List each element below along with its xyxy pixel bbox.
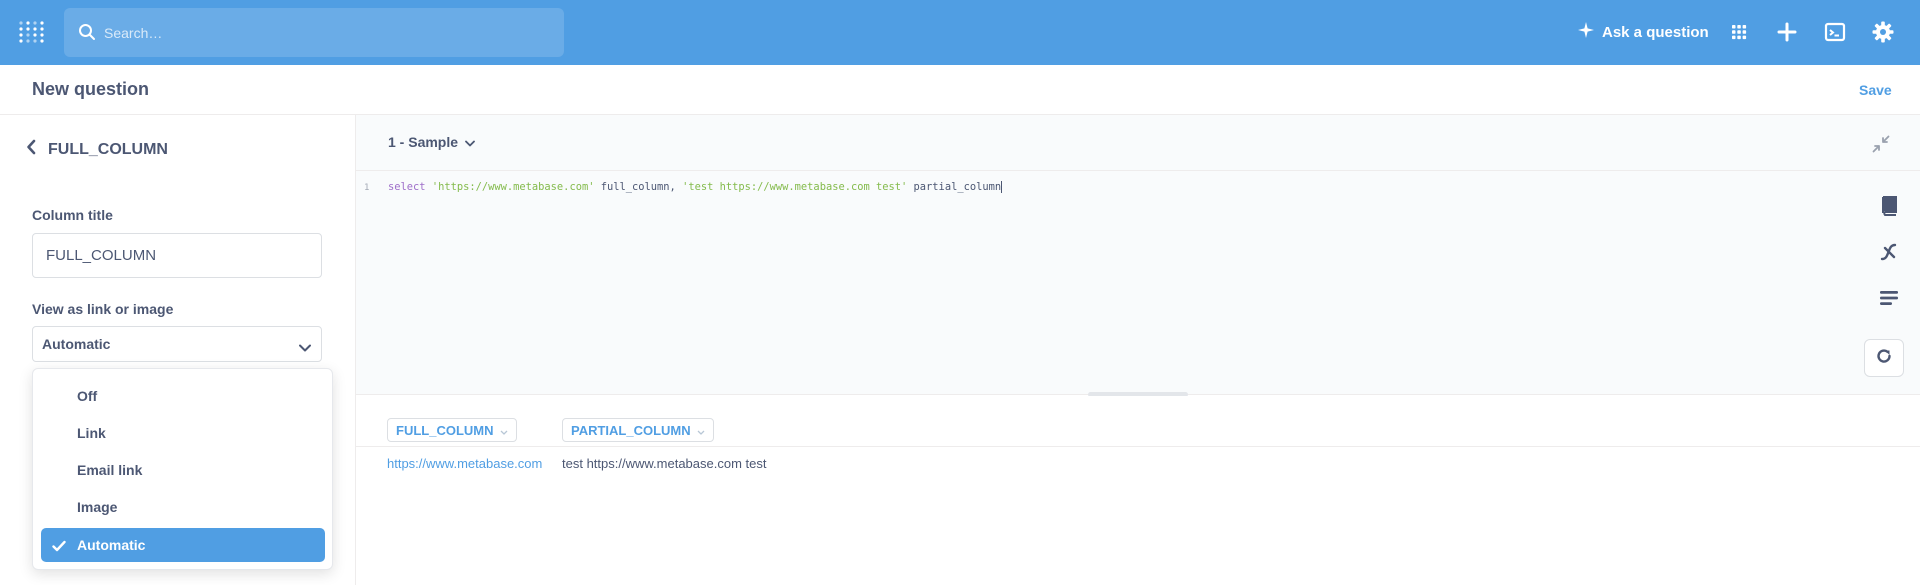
ask-question-label: Ask a question (1602, 23, 1709, 41)
option-label: Automatic (77, 537, 146, 553)
chevron-down-icon (500, 423, 508, 438)
column-name-title: FULL_COLUMN (48, 140, 168, 158)
collapse-icon[interactable] (1872, 135, 1890, 158)
line-number: 1 (364, 183, 370, 193)
variable-icon[interactable] (1876, 239, 1902, 265)
sql-string: 'https://www.metabase.com' (431, 181, 595, 193)
column-header-label: PARTIAL_COLUMN (571, 422, 691, 438)
search-input[interactable] (104, 8, 544, 57)
header-divider (356, 446, 1920, 447)
book-icon[interactable] (1876, 193, 1902, 219)
check-icon (52, 539, 66, 557)
editor-divider (356, 170, 1920, 171)
sql-code[interactable]: select 'https://www.metabase.com' full_c… (388, 181, 1003, 193)
database-name: 1 - Sample (388, 134, 459, 150)
chevron-down-icon (697, 423, 705, 438)
save-button[interactable]: Save (1859, 82, 1892, 98)
search-icon (78, 23, 96, 46)
chevron-down-icon (299, 339, 311, 357)
view-as-select[interactable]: Automatic (32, 326, 322, 362)
terminal-icon[interactable] (1823, 20, 1847, 44)
table-cell-link[interactable]: https://www.metabase.com (387, 456, 542, 471)
sql-keyword: select (388, 181, 426, 193)
page-title: New question (32, 79, 150, 99)
question-header: New question Save (0, 65, 1920, 115)
view-as-dropdown: Off Link Email link Image Automatic (32, 368, 333, 570)
view-as-label: View as link or image (32, 301, 174, 317)
text-cursor (1001, 181, 1003, 193)
column-title-input[interactable] (32, 233, 322, 278)
sql-string: 'test https://www.metabase.com test' (682, 181, 908, 193)
native-query-editor: 1 - Sample 1 select 'https://www.metabas… (356, 115, 1920, 397)
sql-plain: full_column, (594, 181, 683, 193)
column-header-partial[interactable]: PARTIAL_COLUMN (562, 418, 714, 442)
grid-icon[interactable] (1727, 20, 1751, 44)
snippet-icon[interactable] (1876, 285, 1902, 311)
option-label: Link (77, 425, 106, 441)
option-label: Off (77, 388, 98, 404)
option-label: Email link (77, 462, 143, 478)
option-link[interactable]: Link (41, 416, 325, 450)
option-email-link[interactable]: Email link (41, 453, 325, 487)
database-picker[interactable]: 1 - Sample (388, 134, 475, 150)
code-line[interactable]: 1 select 'https://www.metabase.com' full… (356, 179, 1806, 199)
option-image[interactable]: Image (41, 490, 325, 524)
view-as-selected-value: Automatic (42, 336, 111, 352)
results-table: FULL_COLUMN PARTIAL_COLUMN https://www.m… (356, 396, 1920, 585)
refresh-button[interactable] (1864, 339, 1904, 377)
option-off[interactable]: Off (41, 379, 325, 413)
column-header-full[interactable]: FULL_COLUMN (387, 418, 517, 442)
ask-question-button[interactable]: Ask a question (1578, 20, 1709, 44)
gear-icon[interactable] (1871, 20, 1895, 44)
chevron-left-icon (26, 139, 36, 160)
chevron-down-icon (465, 134, 475, 150)
option-automatic[interactable]: Automatic (41, 528, 325, 562)
sparkle-icon (1578, 22, 1594, 42)
plus-icon[interactable] (1775, 20, 1799, 44)
option-label: Image (77, 499, 118, 515)
back-button[interactable]: FULL_COLUMN (26, 139, 168, 160)
metabase-logo-icon[interactable] (18, 20, 46, 44)
column-header-label: FULL_COLUMN (396, 422, 494, 438)
refresh-icon (1875, 347, 1893, 370)
table-cell-text: test https://www.metabase.com test (562, 456, 767, 471)
column-title-label: Column title (32, 207, 113, 223)
search-bar[interactable] (64, 8, 564, 57)
top-navigation-bar: Ask a question (0, 0, 1920, 65)
sql-plain: partial_column (907, 181, 1002, 193)
